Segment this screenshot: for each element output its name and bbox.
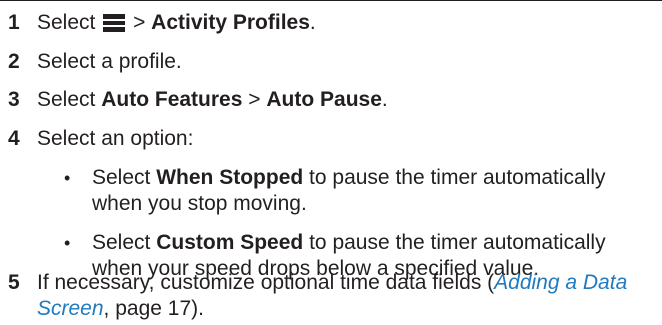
bullet-rest: to pause the timer automatically (309, 231, 606, 254)
step-number: 4 (8, 127, 20, 150)
bullet-prefix: Select (92, 231, 151, 254)
auto-pause-label: Auto Pause (266, 88, 382, 111)
bullet-marker: • (64, 168, 71, 188)
bullet-line-1: Select Custom Speed to pause the timer a… (92, 230, 662, 256)
step-separator: > (248, 88, 261, 111)
auto-features-label: Auto Features (101, 88, 243, 111)
step-number: 5 (8, 271, 20, 294)
step-separator: > (133, 11, 146, 34)
bullet-prefix: Select (92, 166, 151, 189)
step-prefix: Select (37, 88, 96, 111)
bullet-line-1: Select When Stopped to pause the timer a… (92, 165, 662, 191)
step-prefix: Select (37, 11, 96, 34)
activity-profiles-label: Activity Profiles (151, 11, 310, 34)
step-text: Select Auto Features > Auto Pause. (37, 87, 662, 113)
bullet-line-2: when you stop moving. (92, 192, 307, 215)
step-number: 2 (8, 50, 20, 73)
step-end: . (381, 88, 388, 111)
step-text-after: , page 17). (103, 297, 204, 320)
custom-speed-label: Custom Speed (156, 231, 304, 254)
step-text: Select a profile. (37, 50, 182, 73)
top-rule (0, 0, 662, 1)
bullet-rest: to pause the timer automatically (309, 166, 606, 189)
step-text: Select an option: (37, 127, 194, 150)
step-text: Select > Activity Profiles. (37, 10, 662, 36)
step-number: 1 (8, 11, 20, 34)
step-number: 3 (8, 88, 20, 111)
bullet-marker: • (64, 233, 71, 253)
menu-icon (103, 13, 126, 32)
when-stopped-label: When Stopped (156, 166, 304, 189)
bullet-text: Select When Stopped to pause the timer a… (92, 165, 662, 217)
step-text-before: If necessary, customize optional time da… (37, 271, 495, 294)
step-end: . (309, 11, 316, 34)
step-text: If necessary, customize optional time da… (37, 270, 662, 322)
